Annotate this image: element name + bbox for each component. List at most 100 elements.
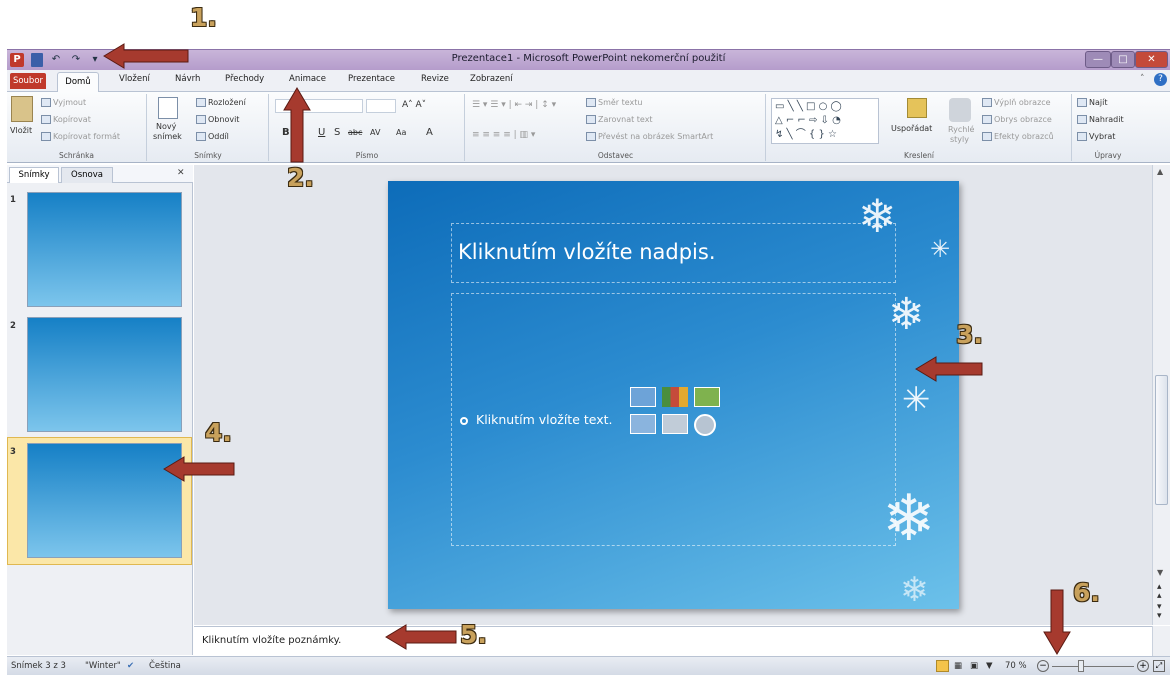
- tab-transitions[interactable]: Přechody: [225, 74, 264, 84]
- list-buttons-icon[interactable]: ☰ ▾ ☰ ▾ | ⇤ ⇥ | ↕ ▾: [472, 100, 556, 110]
- maximize-button[interactable]: □: [1111, 51, 1135, 68]
- section-button[interactable]: Oddíl: [196, 132, 229, 141]
- font-size-select[interactable]: [366, 99, 396, 113]
- zoom-in-button[interactable]: +: [1137, 660, 1149, 672]
- scroll-up-icon[interactable]: ▲: [1157, 167, 1163, 176]
- new-slide-label[interactable]: Nový: [156, 122, 176, 131]
- pane-close-icon[interactable]: ✕: [177, 168, 185, 178]
- language-indicator[interactable]: Čeština: [149, 661, 181, 671]
- tab-file[interactable]: Soubor: [10, 73, 46, 89]
- shape-outline-button[interactable]: Obrys obrazce: [982, 115, 1052, 124]
- notes-placeholder[interactable]: Kliknutím vložíte poznámky.: [202, 635, 341, 646]
- slide-thumbnail-2[interactable]: [27, 317, 182, 432]
- content-placeholder[interactable]: Kliknutím vložíte text.: [451, 293, 896, 546]
- fit-to-window-icon[interactable]: ⤢: [1153, 660, 1165, 672]
- shapes-gallery[interactable]: ▭ ╲ ╲ □ ○ ◯ △ ⌐ ⌐ ⇨ ⇩ ◔ ↯ ╲ ⌒ { } ☆: [771, 98, 879, 144]
- smartart-button[interactable]: Převést na obrázek SmartArt: [586, 132, 713, 141]
- arrange-icon[interactable]: [907, 98, 927, 118]
- strikethrough-button[interactable]: abc: [348, 128, 362, 137]
- new-slide-label-2[interactable]: snímek: [153, 132, 182, 141]
- alignment-icons[interactable]: ≡ ≡ ≡ ≡ | ▥ ▾: [472, 130, 535, 140]
- shadow-button[interactable]: S: [334, 127, 340, 138]
- tab-design[interactable]: Návrh: [175, 74, 200, 84]
- tab-animations[interactable]: Animace: [289, 74, 326, 84]
- paragraph-group-label: Odstavec: [597, 151, 634, 160]
- normal-view-icon[interactable]: [936, 660, 949, 672]
- minimize-ribbon-icon[interactable]: ˄: [1140, 74, 1145, 84]
- spellcheck-icon[interactable]: ✔: [127, 661, 134, 671]
- insert-picture-icon[interactable]: [630, 414, 656, 434]
- notes-pane[interactable]: Kliknutím vložíte poznámky.: [194, 626, 1152, 656]
- vertical-scrollbar[interactable]: ▲ ▼ ▴ ▴ ▾ ▾: [1152, 165, 1170, 625]
- annotation-number-6: 6.: [1073, 578, 1100, 607]
- ribbon: Vložit Vyjmout Kopírovat Kopírovat formá…: [7, 92, 1170, 163]
- paste-icon[interactable]: [11, 96, 33, 122]
- annotation-arrow-6: [1043, 589, 1071, 655]
- reset-button[interactable]: Obnovit: [196, 115, 239, 124]
- snowflake-icon: ✳: [930, 235, 951, 263]
- close-button[interactable]: ✕: [1135, 51, 1168, 68]
- format-painter-button[interactable]: Kopírovat formát: [41, 132, 120, 141]
- slide-thumbnail-3[interactable]: [27, 443, 182, 558]
- insert-clipart-icon[interactable]: [662, 414, 688, 434]
- insert-table-icon[interactable]: [630, 387, 656, 407]
- tab-slideshow[interactable]: Prezentace: [348, 74, 395, 84]
- find-button[interactable]: Najít: [1077, 98, 1107, 107]
- layout-button[interactable]: Rozložení: [196, 98, 246, 107]
- tab-view[interactable]: Zobrazení: [470, 74, 513, 84]
- group-editing: Najít Nahradit Vybrat Úpravy: [1073, 94, 1143, 161]
- pane-tabs: Snímky Osnova ✕: [7, 165, 193, 183]
- format-painter-label: Kopírovat formát: [53, 132, 121, 141]
- grow-font-icon[interactable]: A˄ A˅: [402, 100, 426, 110]
- insert-smartart-icon[interactable]: [694, 387, 720, 407]
- scrollbar-thumb[interactable]: [1155, 375, 1168, 505]
- quick-styles-label[interactable]: Rychlé: [948, 125, 974, 134]
- align-text-button[interactable]: Zarovnat text: [586, 115, 653, 124]
- shape-fill-button[interactable]: Výplň obrazce: [982, 98, 1051, 107]
- tab-slides[interactable]: Snímky: [9, 167, 59, 183]
- tab-outline[interactable]: Osnova: [61, 167, 113, 183]
- new-slide-icon[interactable]: [158, 97, 178, 119]
- smartart-label: Převést na obrázek SmartArt: [598, 132, 714, 141]
- slide-canvas[interactable]: ❄ ✳ ❄ ✳ ❄ ❄ Kliknutím vložíte nadpis. Kl…: [388, 181, 959, 609]
- align-text-label: Zarovnat text: [598, 115, 653, 124]
- slide-sorter-icon[interactable]: ▦: [954, 661, 962, 671]
- font-color-button[interactable]: A: [426, 127, 433, 138]
- spacing-button[interactable]: AV: [370, 128, 380, 137]
- zoom-slider[interactable]: [1052, 666, 1134, 667]
- quick-styles-icon[interactable]: [949, 98, 971, 122]
- cut-button[interactable]: Vyjmout: [41, 98, 86, 107]
- reading-view-icon[interactable]: ▣: [970, 661, 978, 671]
- insert-media-icon[interactable]: [694, 414, 716, 436]
- zoom-level[interactable]: 70 %: [1005, 661, 1027, 671]
- copy-button[interactable]: Kopírovat: [41, 115, 91, 124]
- text-direction-button[interactable]: Směr textu: [586, 98, 642, 107]
- replace-button[interactable]: Nahradit: [1077, 115, 1124, 124]
- underline-button[interactable]: U: [318, 127, 325, 138]
- shape-effects-button[interactable]: Efekty obrazců: [982, 132, 1054, 141]
- tab-review[interactable]: Revize: [421, 74, 449, 84]
- paste-button[interactable]: Vložit: [10, 126, 32, 135]
- minimize-button[interactable]: —: [1085, 51, 1111, 68]
- tab-insert[interactable]: Vložení: [119, 74, 150, 84]
- find-label: Najít: [1089, 98, 1108, 107]
- next-slide-icon[interactable]: ▾ ▾: [1157, 603, 1162, 621]
- notes-scrollbar[interactable]: [1152, 626, 1170, 656]
- scroll-down-icon[interactable]: ▼: [1157, 568, 1163, 577]
- zoom-out-button[interactable]: −: [1037, 660, 1049, 672]
- title-placeholder[interactable]: Kliknutím vložíte nadpis.: [451, 223, 896, 283]
- smartart-icon: [586, 132, 596, 141]
- zoom-slider-thumb[interactable]: [1078, 660, 1084, 672]
- quick-styles-label-2[interactable]: styly: [950, 135, 969, 144]
- insert-chart-icon[interactable]: [662, 387, 688, 407]
- tab-home[interactable]: Domů: [57, 72, 99, 93]
- bullet-text-placeholder[interactable]: Kliknutím vložíte text.: [460, 412, 613, 427]
- select-button[interactable]: Vybrat: [1077, 132, 1115, 141]
- help-icon[interactable]: ?: [1154, 73, 1167, 86]
- arrange-button[interactable]: Uspořádat: [891, 124, 932, 133]
- change-case-button[interactable]: Aa: [396, 128, 406, 137]
- slide-thumbnail-1[interactable]: [27, 192, 182, 307]
- previous-slide-icon[interactable]: ▴ ▴: [1157, 583, 1162, 601]
- section-icon: [196, 132, 206, 141]
- slideshow-icon[interactable]: ▼: [986, 661, 993, 671]
